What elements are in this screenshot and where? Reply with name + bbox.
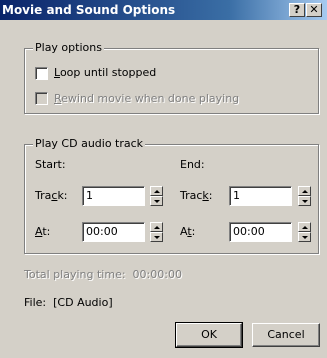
file-label: File: — [24, 296, 47, 309]
arrow-up-icon — [154, 190, 160, 193]
start-at-spinner[interactable] — [150, 222, 163, 242]
total-time-value: 00:00:00 — [132, 268, 182, 281]
arrow-down-icon — [302, 200, 308, 203]
start-track-label: Track: — [35, 189, 68, 202]
start-track-spinner[interactable] — [150, 186, 163, 206]
arrow-down-icon — [302, 236, 308, 239]
title-bar[interactable]: Movie and Sound Options ? ✕ — [0, 0, 327, 20]
start-at-up-button[interactable] — [150, 222, 163, 232]
end-at-up-button[interactable] — [298, 222, 311, 232]
ok-button[interactable]: OK — [175, 322, 243, 348]
end-at-label: At: — [180, 225, 196, 238]
total-playing-time: Total playing time: 00:00:00 — [24, 268, 182, 282]
start-at-label: At: — [35, 225, 51, 238]
arrow-down-icon — [154, 236, 160, 239]
cd-track-legend: Play CD audio track — [33, 137, 146, 151]
end-track-input[interactable]: 1 — [229, 186, 292, 206]
close-icon[interactable]: ✕ — [306, 3, 322, 17]
start-track-up-button[interactable] — [150, 186, 163, 196]
start-at-input[interactable]: 00:00 — [82, 222, 145, 242]
loop-label[interactable]: Loop until stopped — [54, 66, 156, 80]
total-time-label: Total playing time: — [24, 268, 126, 281]
end-heading: End: — [180, 158, 205, 171]
arrow-up-icon — [154, 226, 160, 229]
rewind-checkbox[interactable] — [35, 92, 48, 105]
rewind-label: Rewind movie when done playing — [54, 92, 240, 105]
start-at-down-button[interactable] — [150, 232, 163, 242]
end-track-label: Track: — [180, 189, 213, 202]
end-track-spinner[interactable] — [298, 186, 311, 206]
end-at-spinner[interactable] — [298, 222, 311, 242]
cancel-button[interactable]: Cancel — [252, 323, 320, 347]
movie-sound-options-dialog: Movie and Sound Options ? ✕ Play options… — [0, 0, 327, 358]
file-value: [CD Audio] — [53, 296, 113, 309]
arrow-down-icon — [154, 200, 160, 203]
end-at-down-button[interactable] — [298, 232, 311, 242]
help-icon[interactable]: ? — [289, 3, 305, 17]
file-info: File: [CD Audio] — [24, 296, 113, 310]
window-title: Movie and Sound Options — [2, 3, 176, 17]
play-options-legend: Play options — [33, 41, 104, 55]
end-track-up-button[interactable] — [298, 186, 311, 196]
end-at-input[interactable]: 00:00 — [229, 222, 292, 242]
start-track-input[interactable]: 1 — [82, 186, 145, 206]
start-track-down-button[interactable] — [150, 196, 163, 206]
start-heading: Start: — [35, 158, 66, 171]
loop-checkbox[interactable] — [35, 67, 48, 80]
end-track-down-button[interactable] — [298, 196, 311, 206]
arrow-up-icon — [302, 190, 308, 193]
arrow-up-icon — [302, 226, 308, 229]
